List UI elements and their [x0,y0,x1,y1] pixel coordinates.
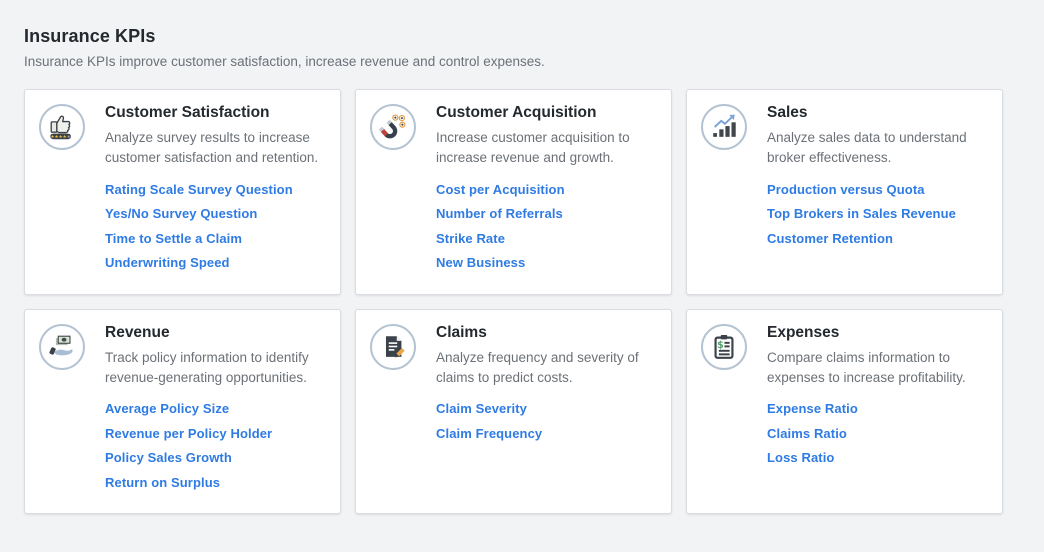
kpi-link[interactable]: Claim Frequency [436,426,655,441]
kpi-link[interactable]: Expense Ratio [767,401,986,416]
card-links: Average Policy Size Revenue per Policy Ho… [105,401,324,490]
kpi-link[interactable]: Number of Referrals [436,206,655,221]
kpi-link[interactable]: Production versus Quota [767,182,986,197]
card-description: Analyze sales data to understand broker … [767,128,986,169]
kpi-link[interactable]: Claim Severity [436,401,655,416]
kpi-card-revenue: Revenue Track policy information to iden… [24,309,341,515]
thumbs-up-rating-icon: ★★★★★ [39,104,85,150]
card-links: Production versus Quota Top Brokers in Sa… [767,182,986,246]
kpi-link[interactable]: Top Brokers in Sales Revenue [767,206,986,221]
kpi-link[interactable]: Loss Ratio [767,450,986,465]
kpi-card-customer-satisfaction: ★★★★★ Customer Satisfaction Analyze surv… [24,89,341,295]
kpi-link[interactable]: Revenue per Policy Holder [105,426,324,441]
kpi-link[interactable]: Policy Sales Growth [105,450,324,465]
kpi-link[interactable]: Rating Scale Survey Question [105,182,324,197]
card-description: Compare claims information to expenses t… [767,348,986,389]
card-links: Claim Severity Claim Frequency [436,401,655,441]
card-links: Cost per Acquisition Number of Referrals S… [436,182,655,271]
kpi-link[interactable]: New Business [436,255,655,270]
card-title: Customer Satisfaction [105,104,324,122]
page-title: Insurance KPIs [24,26,1044,47]
kpi-link[interactable]: Return on Surplus [105,475,324,490]
card-title: Expenses [767,324,986,342]
kpi-link[interactable]: Underwriting Speed [105,255,324,270]
svg-text:★★★★★: ★★★★★ [51,134,71,140]
hand-holding-money-icon [39,324,85,370]
svg-text:$: $ [717,340,724,351]
document-pencil-icon [370,324,416,370]
kpi-link[interactable]: Average Policy Size [105,401,324,416]
insurance-kpis-page: Insurance KPIs Insurance KPIs improve cu… [0,0,1044,514]
card-description: Analyze frequency and severity of claims… [436,348,655,389]
card-description: Analyze survey results to increase custo… [105,128,324,169]
card-links: Expense Ratio Claims Ratio Loss Ratio [767,401,986,465]
page-subtitle: Insurance KPIs improve customer satisfac… [24,54,1044,69]
card-description: Track policy information to identify rev… [105,348,324,389]
kpi-card-expenses: $ Expenses Compare claims information to… [686,309,1003,515]
card-title: Sales [767,104,986,122]
kpi-link[interactable]: Time to Settle a Claim [105,231,324,246]
kpi-link[interactable]: Cost per Acquisition [436,182,655,197]
kpi-card-claims: Claims Analyze frequency and severity of… [355,309,672,515]
kpi-link[interactable]: Strike Rate [436,231,655,246]
kpi-link[interactable]: Claims Ratio [767,426,986,441]
card-title: Customer Acquisition [436,104,655,122]
bar-chart-growth-arrow-icon [701,104,747,150]
clipboard-dollar-icon: $ [701,324,747,370]
kpi-card-customer-acquisition: Customer Acquisition Increase customer a… [355,89,672,295]
card-title: Claims [436,324,655,342]
card-description: Increase customer acquisition to increas… [436,128,655,169]
kpi-grid: ★★★★★ Customer Satisfaction Analyze surv… [24,89,1044,514]
card-title: Revenue [105,324,324,342]
kpi-card-sales: Sales Analyze sales data to understand b… [686,89,1003,295]
card-links: Rating Scale Survey Question Yes/No Surve… [105,182,324,271]
kpi-link[interactable]: Customer Retention [767,231,986,246]
kpi-link[interactable]: Yes/No Survey Question [105,206,324,221]
magnet-attracting-customers-icon [370,104,416,150]
